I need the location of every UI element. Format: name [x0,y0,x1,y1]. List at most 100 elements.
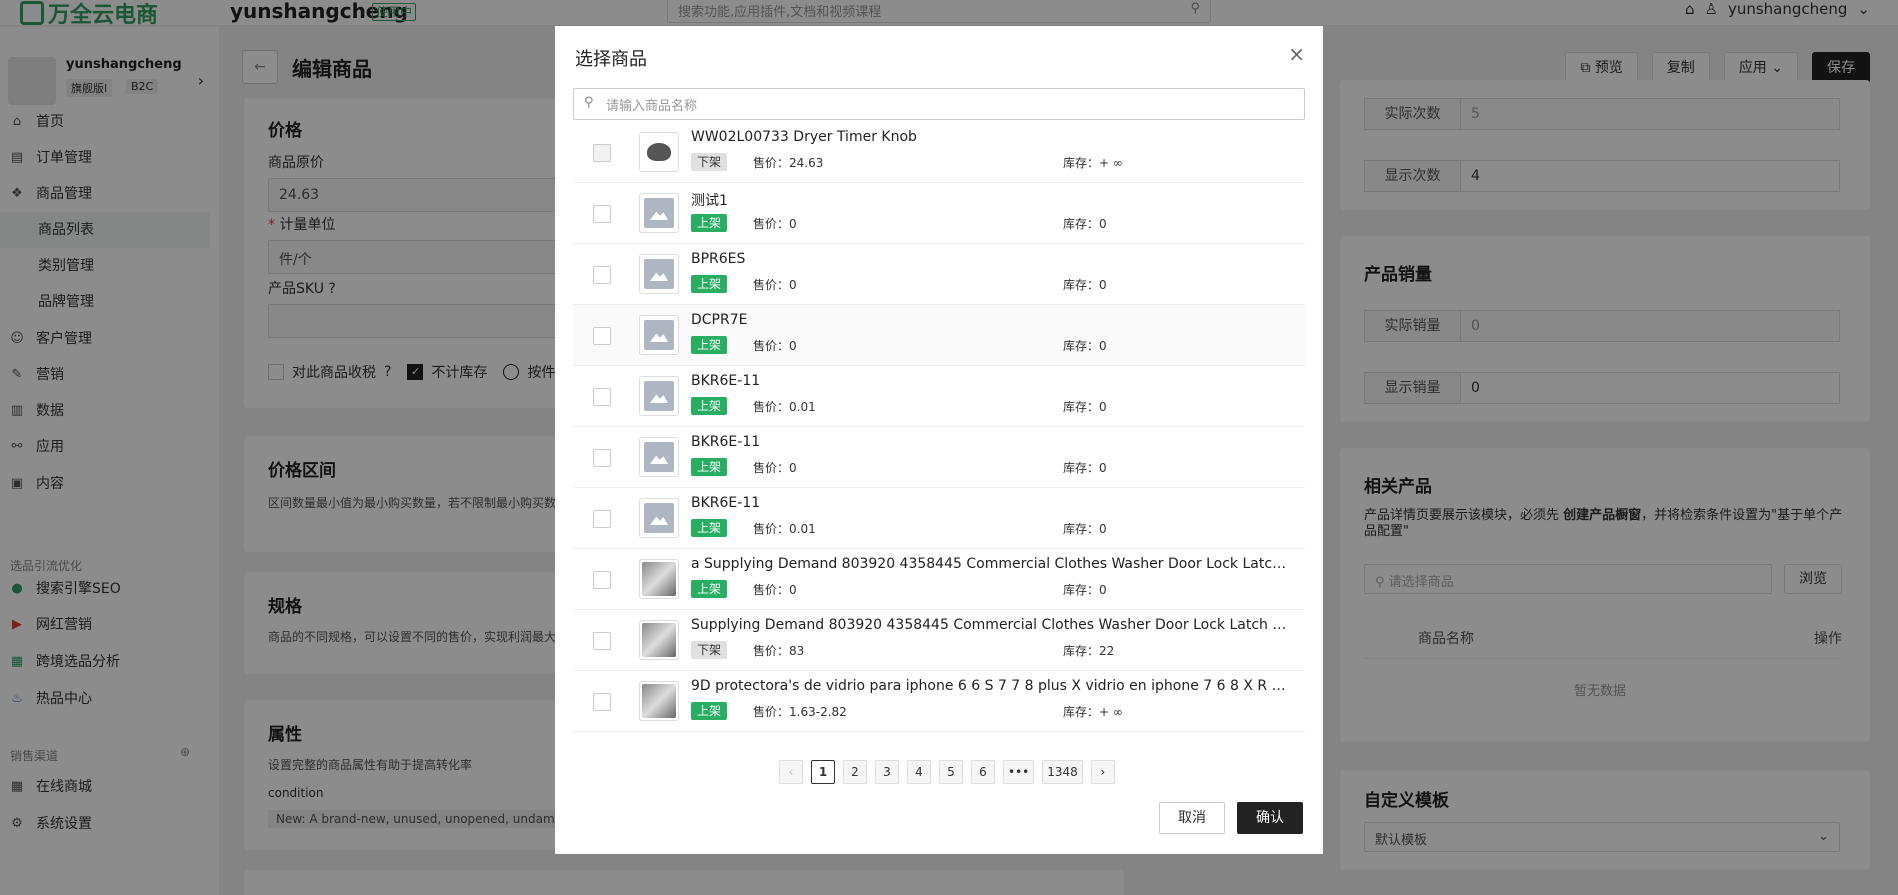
row-checkbox[interactable] [593,327,611,345]
status-badge: 上架 [691,702,728,720]
status-badge: 上架 [691,519,728,537]
product-thumbnail [639,620,679,660]
page-button[interactable]: 4 [907,760,931,784]
next-page-button[interactable]: › [1090,760,1115,784]
product-price: 售价：24.63 [753,156,824,170]
product-price: 售价：83 [753,644,805,658]
product-price: 售价：0 [753,217,797,231]
thumb-image [642,684,676,718]
confirm-button[interactable]: 确认 [1237,802,1303,834]
status-badge: 上架 [691,397,728,415]
product-price: 售价：1.63-2.82 [753,705,847,719]
product-name: BKR6E-11 [691,495,761,511]
thumb-image [642,562,676,596]
product-row[interactable]: Supplying Demand 803920 4358445 Commerci… [573,610,1305,671]
product-stock: 库存：0 [1063,217,1107,231]
row-checkbox[interactable] [593,388,611,406]
product-thumbnail [639,132,679,172]
cancel-button[interactable]: 取消 [1159,802,1225,834]
product-row[interactable]: BPR6ES 上架 售价：0 库存：0 [573,244,1305,305]
product-name: BKR6E-11 [691,373,761,389]
product-name: BPR6ES [691,251,746,267]
page-button[interactable]: ••• [1003,760,1035,784]
row-checkbox[interactable] [593,510,611,528]
search-icon: ⚲ [584,95,594,110]
select-product-modal: 选择商品 × ⚲ 请输入商品名称 WW02L00733 Dryer Timer K… [555,26,1323,854]
thumb-image [644,320,674,350]
status-badge: 下架 [691,153,728,171]
product-thumbnail [639,498,679,538]
product-row[interactable]: 测试1 上架 售价：0 库存：0 [573,183,1305,244]
product-row[interactable]: 9D protectora's de vidrio para iphone 6 … [573,671,1305,732]
product-list: WW02L00733 Dryer Timer Knob 下架 售价：24.63 库存：… [573,122,1305,732]
product-thumbnail [639,681,679,721]
row-checkbox[interactable] [593,205,611,223]
status-badge: 上架 [691,275,728,293]
row-checkbox[interactable] [593,632,611,650]
product-stock: 库存：+ ∞ [1063,156,1123,170]
product-name: 测试1 [691,193,728,209]
close-icon[interactable]: × [1288,42,1305,66]
product-name: BKR6E-11 [691,434,761,450]
page-button[interactable]: 2 [843,760,867,784]
product-name: 9D protectora's de vidrio para iphone 6 … [691,678,1291,694]
product-thumbnail [639,376,679,416]
product-thumbnail [639,193,679,233]
product-row[interactable]: BKR6E-11 上架 售价：0.01 库存：0 [573,366,1305,427]
product-name: a Supplying Demand 803920 4358445 Commer… [691,556,1291,572]
product-row[interactable]: BKR6E-11 上架 售价：0.01 库存：0 [573,488,1305,549]
page-button[interactable]: 1 [811,760,835,784]
product-thumbnail [639,437,679,477]
page-button[interactable]: 3 [875,760,899,784]
thumb-image [644,442,674,472]
row-checkbox[interactable] [593,144,611,162]
modal-actions: 取消 确认 [1159,802,1303,834]
status-badge: 上架 [691,336,728,354]
product-price: 售价：0.01 [753,522,816,536]
thumb-image [644,259,674,289]
product-price: 售价：0 [753,461,797,475]
product-stock: 库存：0 [1063,278,1107,292]
product-search-input[interactable]: ⚲ 请输入商品名称 [573,88,1305,120]
modal-title: 选择商品 [575,49,647,70]
product-row[interactable]: BKR6E-11 上架 售价：0 库存：0 [573,427,1305,488]
product-stock: 库存：+ ∞ [1063,705,1123,719]
row-checkbox[interactable] [593,693,611,711]
thumb-image [644,198,674,228]
thumb-image [644,381,674,411]
product-stock: 库存：0 [1063,583,1107,597]
status-badge: 上架 [691,214,728,232]
product-row[interactable]: a Supplying Demand 803920 4358445 Commer… [573,549,1305,610]
product-stock: 库存：0 [1063,461,1107,475]
product-name: Supplying Demand 803920 4358445 Commerci… [691,617,1291,633]
product-thumbnail [639,254,679,294]
page-button[interactable]: 1348 [1042,760,1083,784]
pagination: ‹ 1 2 3 4 5 6 ••• 1348 › [779,760,1115,784]
product-thumbnail [639,559,679,599]
prev-page-button[interactable]: ‹ [779,760,803,784]
row-checkbox[interactable] [593,449,611,467]
status-badge: 下架 [691,641,728,659]
page-button[interactable]: 6 [971,760,995,784]
row-checkbox[interactable] [593,266,611,284]
page-button[interactable]: 5 [939,760,963,784]
product-stock: 库存：22 [1063,644,1115,658]
product-stock: 库存：0 [1063,400,1107,414]
product-price: 售价：0 [753,583,797,597]
product-name: WW02L00733 Dryer Timer Knob [691,129,917,145]
thumb-image [644,503,674,533]
product-stock: 库存：0 [1063,339,1107,353]
product-price: 售价：0 [753,339,797,353]
thumb-image [642,623,676,657]
product-stock: 库存：0 [1063,522,1107,536]
status-badge: 上架 [691,580,728,598]
product-row[interactable]: WW02L00733 Dryer Timer Knob 下架 售价：24.63 库存：… [573,122,1305,183]
row-checkbox[interactable] [593,571,611,589]
product-price: 售价：0 [753,278,797,292]
product-price: 售价：0.01 [753,400,816,414]
thumb-image [647,143,671,161]
product-thumbnail [639,315,679,355]
product-name: DCPR7E [691,312,748,328]
status-badge: 上架 [691,458,728,476]
product-row[interactable]: DCPR7E 上架 售价：0 库存：0 [573,305,1305,366]
